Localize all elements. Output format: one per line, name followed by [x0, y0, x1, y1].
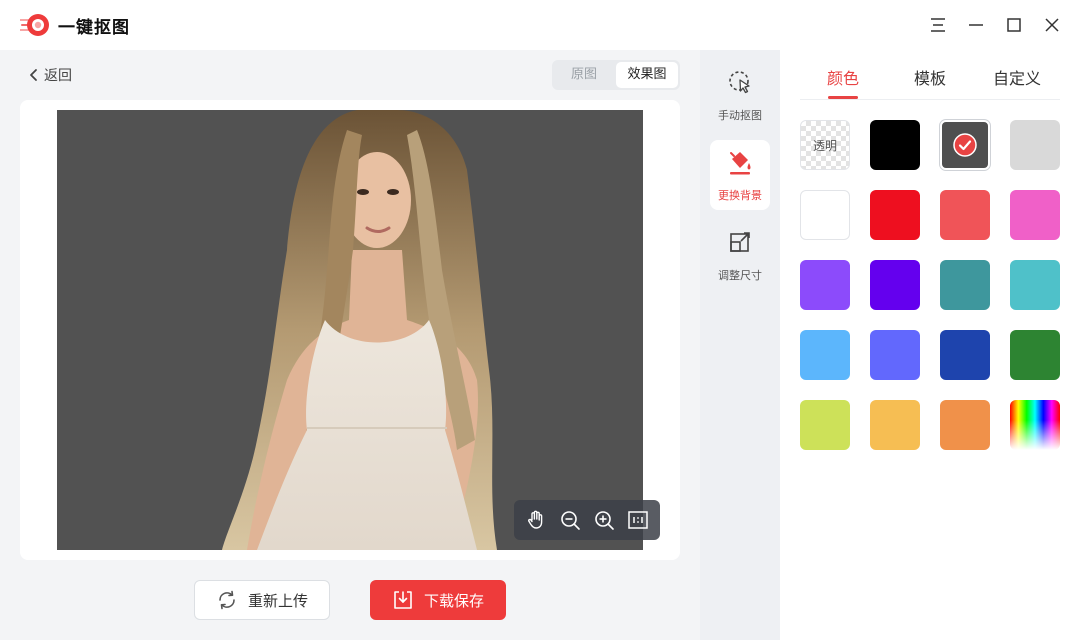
swatch-coral[interactable]: [940, 190, 990, 240]
resize-icon: [730, 232, 750, 252]
swatch-rainbow[interactable]: [1010, 400, 1060, 450]
menu-icon[interactable]: [928, 15, 948, 35]
swatch-green[interactable]: [1010, 330, 1060, 380]
tool-label: 更换背景: [718, 189, 762, 202]
zoom-toolbar: [514, 500, 660, 540]
chevron-left-icon: [30, 69, 37, 81]
download-label: 下载保存: [423, 591, 484, 610]
swatch-navy[interactable]: [940, 330, 990, 380]
canvas-area: [20, 100, 680, 560]
refresh-icon: [219, 590, 235, 610]
reupload-label: 重新上传: [247, 591, 308, 610]
swatch-periwinkle[interactable]: [870, 330, 920, 380]
app-title: 一键抠图: [58, 18, 130, 38]
tab-effect[interactable]: 效果图: [616, 62, 678, 88]
close-icon[interactable]: [1042, 15, 1062, 35]
tool-label: 调整尺寸: [718, 269, 762, 282]
swatch-label: 透明: [812, 139, 837, 153]
swatch-aqua[interactable]: [1010, 260, 1060, 310]
background-panel: 颜色 模板 自定义 透明: [780, 50, 1080, 640]
swatch-violet[interactable]: [800, 260, 850, 310]
swatch-light-gray[interactable]: [1010, 120, 1060, 170]
view-toggle: 原图 效果图: [552, 60, 680, 90]
tab-original[interactable]: 原图: [556, 60, 612, 90]
tab-template[interactable]: 模板: [914, 65, 946, 89]
swatch-lime[interactable]: [800, 400, 850, 450]
swatch-pink[interactable]: [1010, 190, 1060, 240]
tab-custom[interactable]: 自定义: [993, 65, 1041, 89]
tool-manual-cutout[interactable]: 手动抠图: [710, 60, 770, 130]
swatch-orange[interactable]: [940, 400, 990, 450]
tool-resize[interactable]: 调整尺寸: [710, 220, 770, 290]
swatch-indigo[interactable]: [870, 260, 920, 310]
download-icon: [394, 591, 412, 609]
swatch-dark-gray[interactable]: [940, 120, 990, 170]
tool-label: 手动抠图: [718, 109, 762, 122]
back-label: 返回: [44, 68, 72, 84]
tab-color[interactable]: 颜色: [827, 65, 859, 89]
swatch-white[interactable]: [800, 190, 850, 240]
tab-divider: [800, 99, 1060, 100]
fit-icon[interactable]: [627, 509, 649, 531]
paint-bucket-icon: [730, 152, 751, 175]
preview-image[interactable]: [57, 110, 643, 550]
back-button[interactable]: 返回: [28, 65, 72, 85]
check-icon: [953, 133, 977, 157]
minimize-icon[interactable]: [966, 15, 986, 35]
swatch-black[interactable]: [870, 120, 920, 170]
reupload-button[interactable]: 重新上传: [194, 580, 330, 620]
hand-icon[interactable]: [525, 509, 547, 531]
download-button[interactable]: 下载保存: [370, 580, 506, 620]
swatch-red[interactable]: [870, 190, 920, 240]
swatch-teal[interactable]: [940, 260, 990, 310]
maximize-icon[interactable]: [1004, 15, 1024, 35]
swatch-amber[interactable]: [870, 400, 920, 450]
tool-change-background[interactable]: 更换背景: [710, 140, 770, 210]
swatch-sky-blue[interactable]: [800, 330, 850, 380]
zoom-out-icon[interactable]: [559, 509, 581, 531]
workspace: 返回 原图 效果图 重新上传 下载保存: [0, 50, 700, 640]
manual-cutout-icon: [729, 71, 750, 94]
title-bar: 一键抠图: [0, 0, 1080, 50]
swatch-transparent[interactable]: 透明: [800, 120, 850, 170]
tab-indicator: [828, 96, 858, 99]
tool-sidebar: 手动抠图 更换背景 调整尺寸: [700, 50, 780, 640]
zoom-in-icon[interactable]: [593, 509, 615, 531]
subject-cutout: [222, 110, 497, 550]
app-logo-icon: [20, 14, 49, 36]
